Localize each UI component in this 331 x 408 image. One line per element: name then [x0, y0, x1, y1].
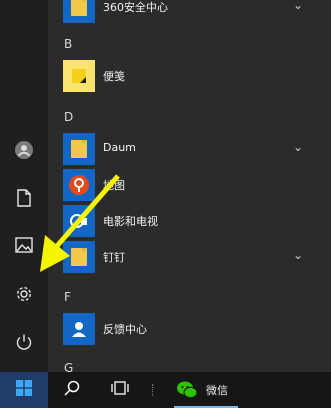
- chevron-down-icon[interactable]: ⌄: [293, 140, 303, 154]
- chevron-down-icon[interactable]: ⌄: [293, 0, 303, 12]
- start-button[interactable]: [0, 372, 48, 408]
- wechat-label: 微信: [206, 384, 228, 397]
- app-item-sticky-notes[interactable]: 便笺: [48, 58, 331, 94]
- task-view-icon: [110, 380, 130, 400]
- app-label: Daum: [103, 141, 136, 154]
- app-label: 反馈中心: [103, 323, 147, 336]
- task-view-button[interactable]: [96, 372, 144, 408]
- maps-icon: [63, 169, 95, 201]
- chevron-down-icon[interactable]: ⌄: [293, 248, 303, 262]
- folder-icon: [63, 0, 95, 23]
- search-button[interactable]: [48, 372, 96, 408]
- app-item-maps[interactable]: 地图: [48, 167, 331, 203]
- app-label: 便笺: [103, 70, 125, 83]
- folder-icon: [63, 133, 95, 165]
- settings-button[interactable]: [0, 274, 48, 318]
- documents-button[interactable]: [0, 178, 48, 222]
- app-item-feedback-hub[interactable]: 反馈中心: [48, 311, 331, 347]
- power-icon: [15, 333, 33, 355]
- feedback-hub-icon: [63, 313, 95, 345]
- section-letter-g[interactable]: G: [64, 361, 73, 372]
- user-icon: [14, 140, 34, 164]
- wechat-icon: [176, 380, 198, 404]
- documents-icon: [16, 189, 32, 211]
- app-list: 360安全中心 ⌄ B 便笺 D Daum ⌄ 地图 电影和电视 钉钉 ⌄ F: [48, 0, 331, 372]
- app-item-movies-tv[interactable]: 电影和电视: [48, 203, 331, 239]
- app-label: 地图: [103, 179, 125, 192]
- pictures-icon: [15, 237, 33, 257]
- app-label: 电影和电视: [103, 215, 158, 228]
- folder-icon: [63, 241, 95, 273]
- movies-tv-icon: [63, 205, 95, 237]
- start-menu-rail: [0, 0, 48, 372]
- section-letter-f[interactable]: F: [64, 290, 71, 304]
- app-item-daum[interactable]: Daum ⌄: [48, 131, 331, 167]
- app-label: 360安全中心: [103, 1, 168, 14]
- settings-icon: [15, 285, 33, 307]
- app-label: 钉钉: [103, 251, 125, 264]
- section-letter-b[interactable]: B: [64, 37, 72, 51]
- sticky-notes-icon: [63, 60, 95, 92]
- user-account-button[interactable]: [0, 130, 48, 174]
- taskbar-separator: [152, 384, 155, 396]
- app-item-dingtalk[interactable]: 钉钉 ⌄: [48, 239, 331, 275]
- app-item-360[interactable]: 360安全中心 ⌄: [48, 0, 331, 25]
- windows-start-icon: [16, 380, 32, 400]
- pictures-button[interactable]: [0, 225, 48, 269]
- search-icon: [63, 379, 81, 401]
- taskbar: 微信: [0, 372, 331, 408]
- section-letter-d[interactable]: D: [64, 110, 73, 124]
- power-button[interactable]: [0, 322, 48, 366]
